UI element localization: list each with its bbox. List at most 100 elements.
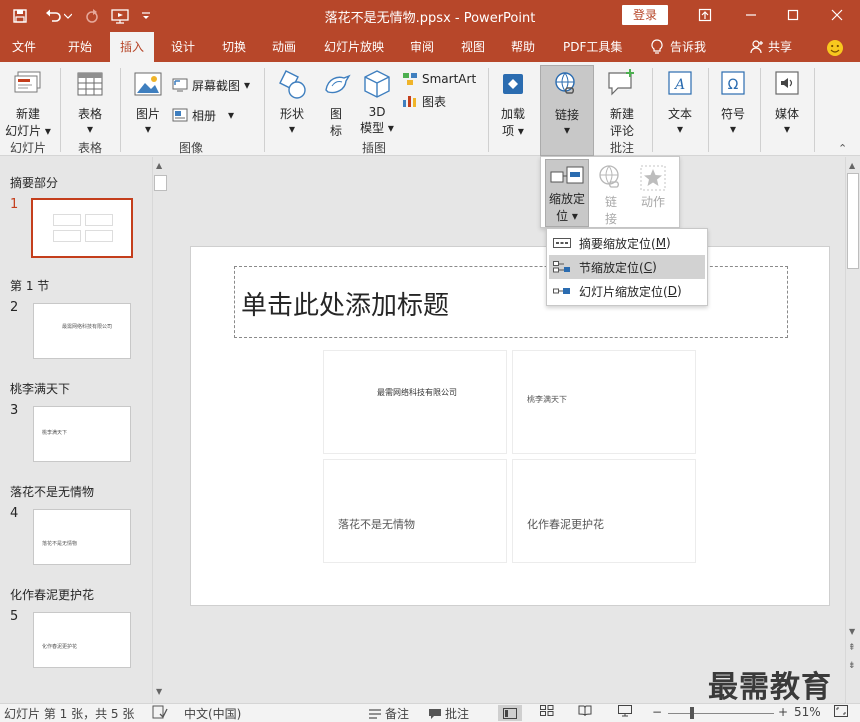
- new-comment-button[interactable]: 新建 评论: [600, 68, 644, 139]
- undo-dropdown-icon[interactable]: [62, 6, 74, 26]
- section-header-taoli[interactable]: 桃李满天下: [10, 380, 70, 397]
- section-zoom-cell-3[interactable]: 落花不是无情物: [323, 459, 507, 563]
- shapes-button[interactable]: 形状 ▾: [270, 68, 314, 136]
- section-header-1[interactable]: 第 1 节: [10, 277, 49, 294]
- zoom-out-button[interactable]: −: [652, 705, 662, 719]
- minimize-icon[interactable]: [738, 4, 764, 26]
- share-button[interactable]: 共享: [744, 32, 798, 62]
- tell-me-search[interactable]: 告诉我: [644, 32, 712, 62]
- scroll-up-arrow-icon[interactable]: ▲: [156, 161, 162, 170]
- section-zoom-cell-2[interactable]: 桃李满天下: [512, 350, 696, 454]
- slide-thumbnail-1[interactable]: [31, 198, 133, 258]
- link-globe-icon: [555, 72, 575, 94]
- media-label: 媒体: [774, 107, 799, 121]
- symbols-dropdown-icon: ▾: [729, 122, 737, 136]
- tab-file[interactable]: 文件: [6, 32, 42, 62]
- smiley-feedback-icon[interactable]: [826, 32, 844, 62]
- zoom-in-button[interactable]: +: [778, 705, 788, 719]
- zoom-slider-thumb[interactable]: [690, 707, 694, 719]
- slideshow-view-icon[interactable]: [618, 705, 632, 717]
- slide-sorter-view-icon[interactable]: [540, 705, 554, 716]
- bird-icon: [325, 74, 351, 94]
- zoom-button[interactable]: 缩放定 位 ▾: [545, 159, 589, 227]
- save-icon[interactable]: [8, 6, 32, 26]
- redo-icon[interactable]: [80, 6, 104, 26]
- tab-animations[interactable]: 动画: [266, 32, 302, 62]
- tab-home[interactable]: 开始: [62, 32, 98, 62]
- new-slide-button[interactable]: 新建 幻灯片 ▾: [4, 68, 52, 139]
- ribbon-separator: [120, 68, 121, 152]
- notes-button[interactable]: 备注: [368, 705, 409, 722]
- 3d-models-button[interactable]: 3D 模型 ▾: [358, 68, 396, 136]
- svg-text:Ω: Ω: [728, 77, 739, 93]
- photo-album-button[interactable]: 相册 ▾: [172, 104, 234, 126]
- slide-thumbnail-5[interactable]: 化作春泥更护花: [33, 612, 131, 668]
- login-button[interactable]: 登录: [622, 5, 668, 25]
- text-button[interactable]: A 文本 ▾: [658, 68, 702, 136]
- spell-check-icon[interactable]: [152, 705, 168, 719]
- tab-view[interactable]: 视图: [455, 32, 491, 62]
- language-indicator[interactable]: 中文(中国): [184, 705, 241, 722]
- link-gallery-panel: 缩放定 位 ▾ 链 接 动作: [540, 156, 680, 228]
- tab-help[interactable]: 帮助: [505, 32, 541, 62]
- tab-pdf-tools[interactable]: PDF工具集: [557, 32, 628, 62]
- comments-button[interactable]: 批注: [428, 705, 469, 722]
- zoom-slider-track[interactable]: [668, 713, 774, 714]
- customize-toolbar-icon[interactable]: [138, 6, 154, 26]
- scrollbar-thumb[interactable]: [847, 173, 859, 269]
- table-button[interactable]: 表格 ▾: [66, 68, 114, 136]
- screenshot-button[interactable]: 屏幕截图 ▾: [172, 74, 250, 96]
- add-ins-label-2: 项 ▾: [502, 124, 524, 138]
- media-button[interactable]: 媒体 ▾: [766, 68, 808, 136]
- table-label: 表格: [77, 107, 102, 121]
- symbols-button[interactable]: Ω 符号 ▾: [712, 68, 754, 136]
- collapse-ribbon-icon[interactable]: ⌃: [838, 142, 847, 155]
- menu-item-summary-zoom[interactable]: 摘要缩放定位(M): [549, 231, 705, 255]
- ribbon-tabs: 文件 开始 插入 设计 切换 动画 幻灯片放映 审阅 视图 帮助 PDF工具集 …: [0, 32, 860, 62]
- slide-thumbnail-4[interactable]: 落花不是无情物: [33, 509, 131, 565]
- slide-thumbnail-2[interactable]: 最需网络科技有限公司: [33, 303, 131, 359]
- section-zoom-cell-4[interactable]: 化作春泥更护花: [512, 459, 696, 563]
- menu-item-slide-zoom[interactable]: 幻灯片缩放定位(D): [549, 279, 705, 303]
- section-header-summary[interactable]: 摘要部分: [10, 174, 58, 191]
- star-action-icon: [640, 165, 666, 191]
- tab-review[interactable]: 审阅: [404, 32, 440, 62]
- slide-thumbnail-3[interactable]: 桃李满天下: [33, 406, 131, 462]
- summary-zoom-icon: [553, 238, 571, 248]
- tab-insert[interactable]: 插入: [110, 32, 155, 62]
- link-button[interactable]: 链接 ▾: [540, 65, 594, 156]
- picture-button[interactable]: 图片 ▾: [128, 68, 168, 136]
- smartart-button[interactable]: SmartArt: [402, 68, 476, 90]
- next-slide-icon[interactable]: ⇟: [848, 661, 856, 671]
- reading-view-icon[interactable]: [578, 705, 592, 716]
- scroll-down-arrow-icon[interactable]: ▼: [156, 687, 162, 696]
- fit-slide-icon[interactable]: [834, 705, 848, 717]
- editor-scrollbar[interactable]: ▲ ▼ ⇞ ⇟: [845, 157, 860, 703]
- close-icon[interactable]: [824, 4, 850, 26]
- thumbnails-scrollbar[interactable]: ▲ ▼: [152, 157, 168, 703]
- tab-transitions[interactable]: 切换: [216, 32, 252, 62]
- section-zoom-cell-1[interactable]: 最需网络科技有限公司: [323, 350, 507, 454]
- icons-button[interactable]: 图 标: [318, 68, 354, 139]
- zoom-level[interactable]: 51%: [794, 705, 821, 719]
- thumb-text: 桃李满天下: [42, 430, 68, 436]
- scrollbar-thumb[interactable]: [154, 175, 167, 191]
- tab-design[interactable]: 设计: [165, 32, 201, 62]
- menu-item-section-zoom[interactable]: 节缩放定位(C): [549, 255, 705, 279]
- section-header-huazuo[interactable]: 化作春泥更护花: [10, 586, 94, 603]
- group-label-slides: 幻灯片: [9, 141, 46, 155]
- section-header-luohua[interactable]: 落花不是无情物: [10, 483, 94, 500]
- previous-slide-icon[interactable]: ⇞: [848, 643, 856, 653]
- zoom-cell-text: 桃李满天下: [527, 395, 567, 404]
- tab-slideshow[interactable]: 幻灯片放映: [318, 32, 390, 62]
- normal-view-icon[interactable]: [498, 705, 522, 721]
- scroll-up-arrow-icon[interactable]: ▲: [849, 161, 855, 170]
- chart-button[interactable]: 图表: [402, 90, 446, 112]
- ribbon-separator: [652, 68, 653, 152]
- maximize-icon[interactable]: [780, 4, 806, 26]
- add-ins-button[interactable]: 加载 项 ▾: [494, 68, 532, 139]
- scroll-down-arrow-icon[interactable]: ▼: [849, 627, 855, 636]
- slideshow-from-start-icon[interactable]: [108, 6, 132, 26]
- ribbon-display-options-icon[interactable]: [692, 4, 718, 26]
- speaker-icon: [775, 71, 799, 95]
